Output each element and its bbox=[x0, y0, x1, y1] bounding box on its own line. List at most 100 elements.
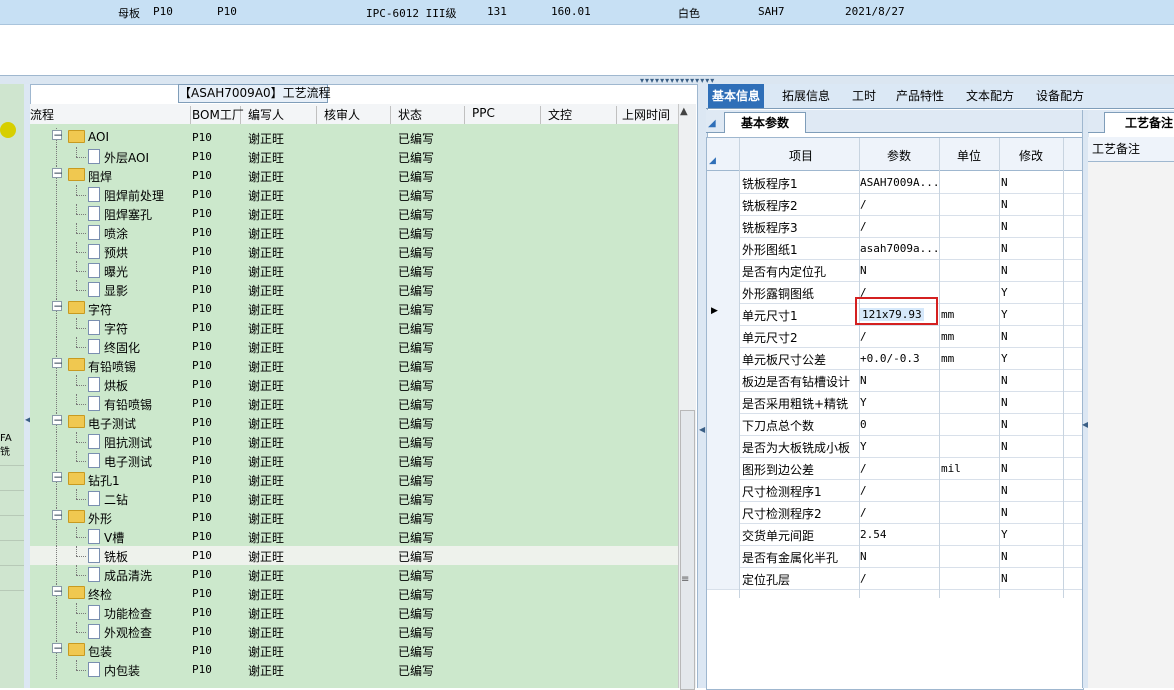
param-value[interactable]: +0.0/-0.3 bbox=[860, 352, 920, 365]
param-value[interactable]: ASAH7009A... bbox=[860, 176, 939, 189]
column-header-status[interactable]: 状态 bbox=[398, 106, 465, 124]
subtab-basic-params[interactable]: 基本参数 bbox=[724, 112, 806, 133]
flow-row[interactable]: 字符 P10 谢正旺 已编写 bbox=[30, 318, 678, 337]
flow-row[interactable]: − 阻焊 P10 谢正旺 已编写 bbox=[30, 166, 678, 185]
row-indicator[interactable] bbox=[707, 369, 739, 391]
row-indicator[interactable] bbox=[707, 457, 739, 479]
row-indicator[interactable] bbox=[707, 391, 739, 413]
top-summary-row[interactable]: 母板 P10 P10 IPC-6012 III级 131 160.01 白色 S… bbox=[0, 0, 1174, 25]
row-indicator[interactable]: ▶ bbox=[707, 303, 739, 325]
row-indicator[interactable] bbox=[707, 281, 739, 303]
flow-row[interactable]: 内包装 P10 谢正旺 已编写 bbox=[30, 660, 678, 679]
param-value[interactable]: / bbox=[860, 330, 867, 343]
flow-row[interactable]: V槽 P10 谢正旺 已编写 bbox=[30, 527, 678, 546]
expand-toggle-icon[interactable]: − bbox=[52, 167, 63, 179]
expand-toggle-icon[interactable]: − bbox=[52, 414, 63, 426]
flow-row[interactable]: − AOI P10 谢正旺 已编写 bbox=[30, 128, 678, 147]
flow-row[interactable]: 功能检查 P10 谢正旺 已编写 bbox=[30, 603, 678, 622]
row-indicator[interactable] bbox=[707, 215, 739, 237]
expand-toggle-icon[interactable]: − bbox=[52, 357, 63, 369]
column-header-item[interactable]: 项目 bbox=[789, 147, 813, 164]
param-value[interactable]: 2.54 bbox=[860, 528, 887, 541]
param-row[interactable]: 是否有金属化半孔 N N bbox=[707, 545, 1083, 568]
flow-row[interactable]: − 包装 P10 谢正旺 已编写 bbox=[30, 641, 678, 660]
param-value[interactable]: / bbox=[860, 506, 867, 519]
column-header-writer[interactable]: 编写人 bbox=[248, 106, 317, 124]
flow-row[interactable]: 成品清洗 P10 谢正旺 已编写 bbox=[30, 565, 678, 584]
remark-content[interactable] bbox=[1088, 162, 1174, 688]
flow-row[interactable]: − 字符 P10 谢正旺 已编写 bbox=[30, 299, 678, 318]
param-row[interactable]: 定位孔层 / N bbox=[707, 567, 1083, 590]
flow-row[interactable]: 阻焊前处理 P10 谢正旺 已编写 bbox=[30, 185, 678, 204]
param-value[interactable]: N bbox=[860, 264, 867, 277]
param-value[interactable]: asah7009a... bbox=[860, 242, 939, 255]
column-header-unit[interactable]: 单位 bbox=[957, 147, 981, 164]
param-value[interactable]: 0 bbox=[860, 418, 867, 431]
param-row[interactable]: 铣板程序3 / N bbox=[707, 215, 1083, 238]
flow-row[interactable]: − 终检 P10 谢正旺 已编写 bbox=[30, 584, 678, 603]
flow-row[interactable]: 烘板 P10 谢正旺 已编写 bbox=[30, 375, 678, 394]
row-indicator[interactable] bbox=[707, 347, 739, 369]
row-indicator[interactable] bbox=[707, 171, 739, 193]
expand-toggle-icon[interactable]: − bbox=[52, 129, 63, 141]
row-indicator[interactable] bbox=[707, 479, 739, 501]
column-header-doc-control[interactable]: 文控 bbox=[548, 106, 617, 124]
param-row[interactable]: 下刀点总个数 0 N bbox=[707, 413, 1083, 436]
expand-toggle-icon[interactable]: − bbox=[52, 300, 63, 312]
flow-row[interactable]: 阻焊塞孔 P10 谢正旺 已编写 bbox=[30, 204, 678, 223]
param-row[interactable]: 图形到边公差 / mil N bbox=[707, 457, 1083, 480]
flow-row[interactable]: 预烘 P10 谢正旺 已编写 bbox=[30, 242, 678, 261]
expand-toggle-icon[interactable]: − bbox=[52, 585, 63, 597]
flow-row[interactable]: 曝光 P10 谢正旺 已编写 bbox=[30, 261, 678, 280]
column-header-param[interactable]: 参数 bbox=[887, 147, 911, 164]
flow-row[interactable]: 显影 P10 谢正旺 已编写 bbox=[30, 280, 678, 299]
flow-row[interactable]: 喷涂 P10 谢正旺 已编写 bbox=[30, 223, 678, 242]
row-indicator[interactable] bbox=[707, 501, 739, 523]
param-row[interactable]: 是否采用粗铣+精铣 Y N bbox=[707, 391, 1083, 414]
param-value[interactable]: N bbox=[860, 550, 867, 563]
flow-row[interactable]: 阻抗测试 P10 谢正旺 已编写 bbox=[30, 432, 678, 451]
param-grid[interactable]: ◢ 项目 参数 单位 修改 铣板程序1 ASAH7009A... N 铣板程序2/N 铣… bbox=[706, 137, 1084, 690]
flow-row[interactable]: − 外形 P10 谢正旺 已编写 bbox=[30, 508, 678, 527]
expand-toggle-icon[interactable]: − bbox=[52, 642, 63, 654]
row-indicator[interactable] bbox=[707, 523, 739, 545]
row-indicator[interactable] bbox=[707, 259, 739, 281]
column-header-modify[interactable]: 修改 bbox=[1019, 147, 1043, 164]
expand-toggle-icon[interactable]: − bbox=[52, 509, 63, 521]
column-header-reviewer[interactable]: 核审人 bbox=[324, 106, 391, 124]
row-indicator[interactable] bbox=[707, 193, 739, 215]
column-header-ppc[interactable]: PPC bbox=[472, 106, 541, 124]
param-value[interactable]: / bbox=[860, 198, 867, 211]
flow-row[interactable]: − 钻孔1 P10 谢正旺 已编写 bbox=[30, 470, 678, 489]
row-indicator[interactable] bbox=[707, 237, 739, 259]
row-indicator[interactable] bbox=[707, 545, 739, 567]
tab-item[interactable]: 拓展信息 bbox=[778, 84, 834, 108]
param-row[interactable]: 板边是否有钻槽设计 N N bbox=[707, 369, 1083, 392]
param-row[interactable]: 交货单元间距 2.54 Y bbox=[707, 523, 1083, 546]
param-row[interactable]: 尺寸检测程序1 / N bbox=[707, 479, 1083, 502]
param-row[interactable]: 铣板程序1 ASAH7009A... N bbox=[707, 171, 1083, 194]
row-indicator[interactable] bbox=[707, 325, 739, 347]
flow-row[interactable]: 二钻 P10 谢正旺 已编写 bbox=[30, 489, 678, 508]
tab-item[interactable]: 基本信息 bbox=[708, 84, 765, 108]
column-header-flow[interactable]: 流程 bbox=[30, 106, 191, 124]
param-value[interactable]: / bbox=[860, 572, 867, 585]
row-indicator[interactable] bbox=[707, 567, 739, 589]
flow-row[interactable]: 有铅喷锡 P10 谢正旺 已编写 bbox=[30, 394, 678, 413]
param-row[interactable]: 铣板程序2 / N bbox=[707, 193, 1083, 216]
tab-process-remark[interactable]: 工艺备注 bbox=[1104, 112, 1174, 133]
param-row[interactable]: 是否有内定位孔 N N bbox=[707, 259, 1083, 282]
row-indicator[interactable] bbox=[707, 435, 739, 457]
tab-item[interactable]: 设备配方 bbox=[1032, 84, 1088, 108]
param-row[interactable]: 单元尺寸2 / mm N bbox=[707, 325, 1083, 348]
param-value[interactable]: / bbox=[860, 220, 867, 233]
tab-item[interactable]: 文本配方 bbox=[962, 84, 1018, 108]
param-value[interactable]: Y bbox=[860, 440, 867, 453]
flow-row[interactable]: − 有铅喷锡 P10 谢正旺 已编写 bbox=[30, 356, 678, 375]
tab-item[interactable]: 工时 bbox=[848, 84, 880, 108]
flow-row[interactable]: 外观检查 P10 谢正旺 已编写 bbox=[30, 622, 678, 641]
param-value[interactable]: / bbox=[860, 484, 867, 497]
column-header-bom[interactable]: BOM工厂 bbox=[192, 106, 244, 124]
param-value[interactable]: N bbox=[860, 374, 867, 387]
flow-row[interactable]: 外层AOI P10 谢正旺 已编写 bbox=[30, 147, 678, 166]
